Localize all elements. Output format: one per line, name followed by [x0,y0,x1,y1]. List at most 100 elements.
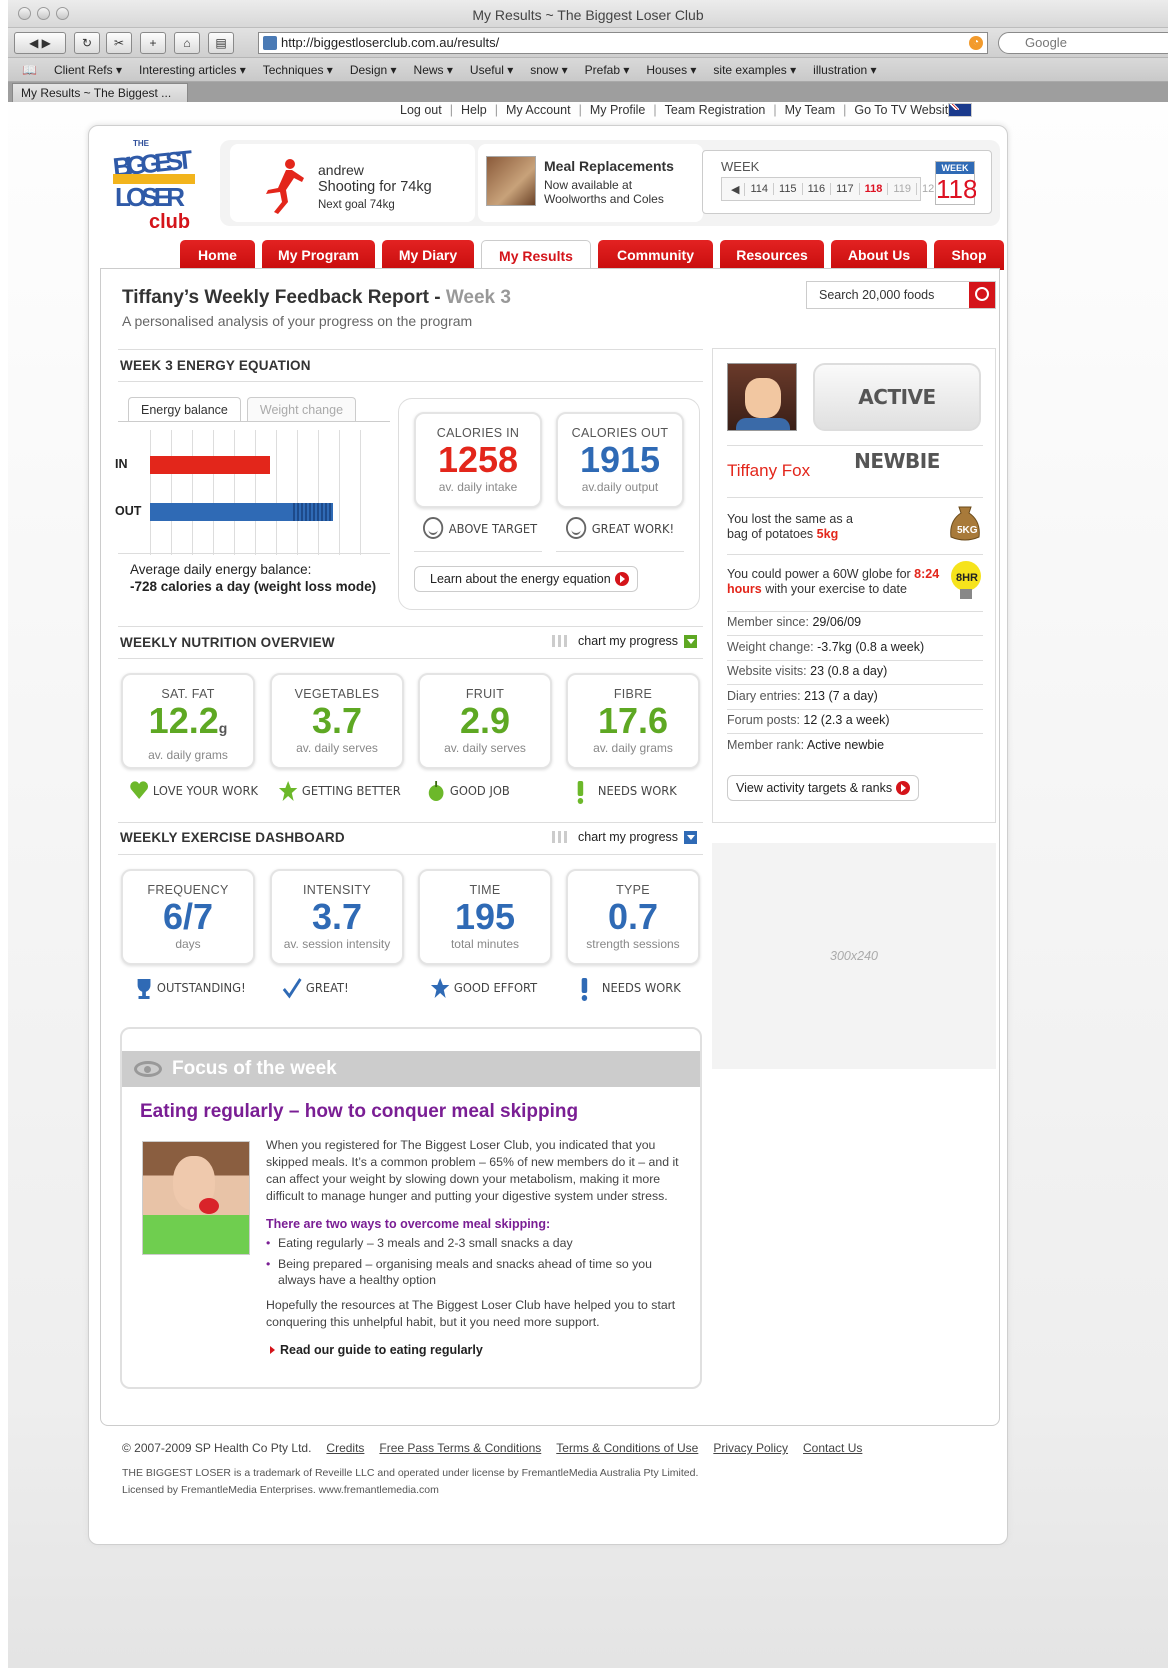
help-link[interactable]: Help [461,103,487,117]
view-activity-targets-button[interactable]: View activity targets & ranks [727,775,919,801]
my-account-link[interactable]: My Account [506,103,571,117]
bookmark-item[interactable]: illustration ▾ [813,63,876,77]
back-forward-buttons[interactable]: ◀ ▶ [14,32,66,54]
tv-website-link[interactable]: Go To TV Website [854,103,955,117]
exercise-chart-progress-link[interactable]: chart my progress [552,830,698,844]
balance-value: -728 calories a day (weight loss mode) [130,579,377,594]
meal-replacement-promo[interactable]: Meal Replacements Now available at Woolw… [478,144,703,222]
address-bar[interactable]: http://biggestloserclub.com.au/results/ … [258,32,988,54]
nav-tab-my-program[interactable]: My Program [262,240,375,270]
search-icon[interactable] [969,282,995,308]
learn-energy-equation-button[interactable]: Learn about the energy equation [414,566,638,592]
home-icon[interactable]: ⌂ [174,32,200,54]
week-number[interactable]: 114 [745,183,775,195]
team-registration-link[interactable]: Team Registration [665,103,766,117]
rank-badge[interactable]: ACTIVE NEWBIE [813,363,981,473]
card-sub: av. daily grams [148,748,228,762]
nutrition-chart-progress-link[interactable]: chart my progress [552,634,698,648]
nutrition-status: LOVE YOUR WORK [129,780,258,800]
food-search-placeholder: Search 20,000 foods [819,288,935,302]
play-arrow-icon [896,781,910,795]
my-profile-link[interactable]: My Profile [590,103,646,117]
nav-tab-home[interactable]: Home [180,240,255,270]
status-text: GETTING BETTER [301,782,401,798]
card-value: 17.6 [568,701,698,741]
week-prev-icon[interactable]: ◀ [726,182,746,196]
reload-icon[interactable]: ↻ [74,32,100,54]
exercise-status: OUTSTANDING! [133,977,246,999]
light-bulb-label: 8HR [956,572,978,584]
australia-flag-icon[interactable] [948,103,972,117]
footer-link-privacy[interactable]: Privacy Policy [713,1441,788,1455]
nav-tab-community[interactable]: Community [598,240,713,270]
balance-label: Average daily energy balance: [130,562,312,577]
card-title: VEGETABLES [294,687,380,701]
learn-button-label: Learn about the energy equation [430,572,611,586]
graph-gridline [234,430,235,555]
new-tab-icon[interactable]: + [140,32,166,54]
chart-link-label: chart my progress [578,830,679,844]
nav-tab-my-diary[interactable]: My Diary [382,240,474,270]
nav-tab-my-results[interactable]: My Results [481,240,591,270]
bookmarks-book-icon[interactable]: 📖 [22,63,37,77]
star-icon [278,780,298,801]
dropdown-arrow-icon[interactable] [684,634,698,648]
week-selector: WEEK ◀ 114 115 116 117 118 119 12 ▶ WEEK… [702,150,992,214]
week-number[interactable]: 115 [774,183,803,195]
profile-card[interactable]: andrew Shooting for 74kg Next goal 74kg [230,144,475,222]
biggest-loser-club-logo[interactable]: THE BIGGEST LOSER club [105,136,215,236]
my-team-link[interactable]: My Team [785,103,835,117]
page-title-text: Tiffany’s Weekly Feedback Report - [122,287,441,308]
read-guide-link[interactable]: Read our guide to eating regularly [270,1343,483,1357]
bookmark-item[interactable]: Prefab ▾ [585,63,630,77]
rss-icon[interactable]: ◔ [969,36,983,50]
exclamation-icon [578,977,596,1001]
bookmark-item[interactable]: Techniques ▾ [263,63,333,77]
food-search-input[interactable]: Search 20,000 foods [806,281,996,309]
browser-tab[interactable]: My Results ~ The Biggest ... [12,83,188,102]
browser-search-input[interactable]: Google [998,32,1168,54]
logo-text: club [149,211,190,233]
bookmark-item[interactable]: Client Refs ▾ [54,63,122,77]
logout-link[interactable]: Log out [400,103,442,117]
kpi-title: CALORIES OUT [571,426,669,440]
ad-placeholder[interactable]: 300x240 [712,843,996,1069]
potato-bag-icon: 5KG [950,506,980,541]
potato-bag-label: 5KG [957,525,978,536]
week-number-current[interactable]: 118 [860,183,889,195]
print-icon[interactable]: ▤ [208,32,234,54]
footer-link-free-pass-terms[interactable]: Free Pass Terms & Conditions [379,1441,541,1455]
bookmark-item[interactable]: Houses ▾ [646,63,696,77]
footer-links: © 2007-2009 SP Health Co Pty Ltd. Credit… [122,1441,862,1455]
week-number[interactable]: 119 [888,183,917,195]
week-number[interactable]: 117 [831,183,860,195]
heart-icon [129,780,148,800]
bookmark-item[interactable]: News ▾ [414,63,453,77]
bookmark-item[interactable]: Useful ▾ [470,63,513,77]
bookmark-item[interactable]: snow ▾ [530,63,567,77]
fact-text: with your exercise to date [765,582,907,596]
footer-link-contact[interactable]: Contact Us [803,1441,862,1455]
dropdown-arrow-icon[interactable] [684,830,698,844]
focus-title[interactable]: Eating regularly – how to conquer meal s… [140,1101,578,1123]
avatar[interactable] [727,363,797,431]
calories-in-status: ABOVE TARGET [423,517,537,539]
week-badge: WEEK 118 [935,161,976,205]
nav-tab-resources[interactable]: Resources [720,240,824,270]
member-stat-row: Member rank: Active newbie [727,738,884,752]
card-title: FRUIT [465,687,505,701]
bookmark-item[interactable]: Design ▾ [350,63,397,77]
footer-link-terms-of-use[interactable]: Terms & Conditions of Use [556,1441,698,1455]
stat-label: Member since: [727,615,809,629]
nav-tab-shop[interactable]: Shop [934,240,1004,270]
nav-tab-about-us[interactable]: About Us [831,240,927,270]
week-strip: ◀ 114 115 116 117 118 119 12 ▶ [721,177,954,201]
week-number[interactable]: 116 [803,183,832,195]
tab-weight-change[interactable]: Weight change [246,397,357,422]
bookmark-item[interactable]: Interesting articles ▾ [139,63,246,77]
snapback-icon[interactable]: ✂ [106,32,132,54]
card-sub: strength sessions [586,937,680,951]
tab-energy-balance[interactable]: Energy balance [128,397,241,422]
footer-link-credits[interactable]: Credits [326,1441,364,1455]
bookmark-item[interactable]: site examples ▾ [713,63,796,77]
